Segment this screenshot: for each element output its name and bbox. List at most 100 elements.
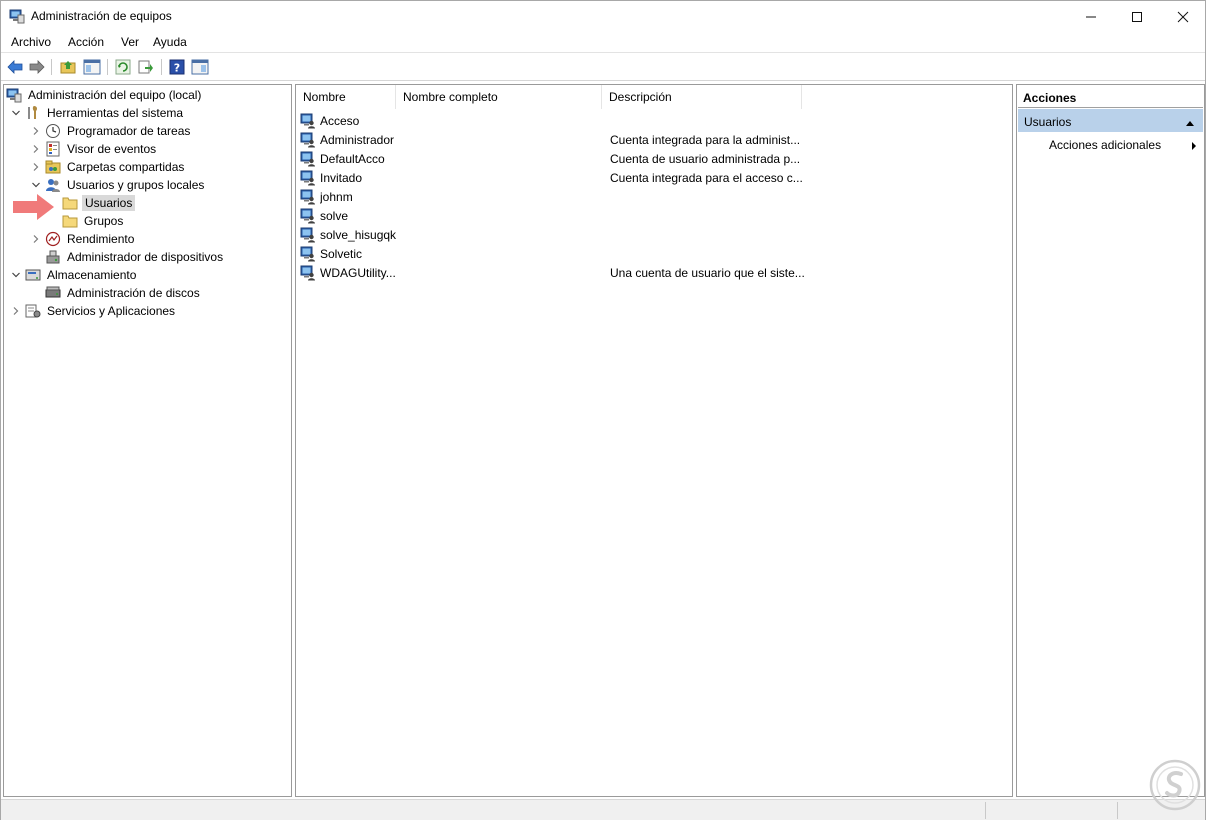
back-arrow-icon [7,60,23,74]
watermark-logo [1149,759,1201,813]
menu-ayuda[interactable]: Ayuda [153,35,187,49]
user-name: WDAGUtility... [320,265,396,280]
storage-icon [25,267,41,283]
status-separator [1117,802,1118,819]
user-row[interactable]: DefaultAcco Cuenta de usuario administrad… [300,149,1000,168]
chevron-down-icon[interactable] [10,107,22,119]
export-icon [138,60,153,74]
tree-item-usuarios-grupos[interactable]: Usuarios y grupos locales [30,176,206,194]
actions-section-usuarios[interactable]: Usuarios [1018,109,1203,132]
tree-item-visor[interactable]: Visor de eventos [30,140,158,158]
folder-icon [62,213,78,229]
export-list-button[interactable] [137,58,155,76]
user-account-icon [300,208,316,224]
folder-icon [62,195,78,211]
chevron-right-icon[interactable] [10,305,22,317]
disk-management-icon [45,285,61,301]
shared-folder-icon [45,159,61,175]
more-actions-item[interactable]: Acciones adicionales [1049,138,1161,152]
user-account-icon [300,227,316,243]
chevron-right-icon[interactable] [30,233,42,245]
user-name: Solvetic [320,246,363,261]
tree-label: Administración de discos [67,286,200,300]
user-row[interactable]: solve [300,206,1000,225]
minimize-button[interactable] [1068,1,1114,32]
user-account-icon [300,132,316,148]
console-tree-icon [83,59,101,75]
tree-item-programador[interactable]: Programador de tareas [30,122,192,140]
back-button[interactable] [6,58,24,76]
user-row[interactable]: Acceso [300,111,1000,130]
user-account-icon [300,265,316,281]
column-header-nombre[interactable]: Nombre [296,85,396,109]
toolbar-separator [51,59,52,75]
tree-item-admin-discos[interactable]: Administración de discos [30,284,202,302]
help-button[interactable]: ? [168,58,186,76]
show-hide-action-pane-button[interactable] [191,58,209,76]
close-button[interactable] [1160,1,1206,32]
menu-archivo[interactable]: Archivo [11,35,51,49]
chevron-down-icon[interactable] [10,269,22,281]
user-row[interactable]: johnm [300,187,1000,206]
status-bar [1,799,1205,820]
actions-pane: Acciones Usuarios Acciones adicionales [1016,84,1205,797]
refresh-icon [115,59,131,75]
folder-up-icon [60,61,76,74]
user-row[interactable]: Solvetic [300,244,1000,263]
user-name: Administrador [320,132,395,147]
up-level-button[interactable] [59,58,77,76]
tree-item-usuarios[interactable]: Usuarios [62,194,136,212]
user-row[interactable]: Invitado Cuenta integrada para el acceso … [300,168,1000,187]
user-row[interactable]: WDAGUtility... Una cuenta de usuario que … [300,263,1000,282]
status-separator [985,802,986,819]
tree-label: Servicios y Aplicaciones [47,304,176,318]
toolbar-separator [107,59,108,75]
chevron-right-icon[interactable] [30,161,42,173]
actions-section-label: Usuarios [1024,115,1072,129]
maximize-button[interactable] [1114,1,1160,32]
tree-item-servicios[interactable]: Servicios y Aplicaciones [10,302,177,320]
tree-item-rendimiento[interactable]: Rendimiento [30,230,136,248]
column-header-descripcion[interactable]: Descripción [602,85,802,109]
chevron-right-icon[interactable] [30,143,42,155]
show-hide-tree-button[interactable] [83,58,101,76]
chevron-down-icon[interactable] [30,179,42,191]
user-row[interactable]: Administrador Cuenta integrada para la ad… [300,130,1000,149]
chevron-right-icon[interactable] [30,125,42,137]
tree-item-carpetas[interactable]: Carpetas compartidas [30,158,186,176]
refresh-button[interactable] [114,58,132,76]
event-viewer-icon [45,141,61,157]
device-manager-icon [45,249,61,265]
computer-management-icon [6,87,22,103]
clock-icon [45,123,61,139]
user-name: johnm [320,189,353,204]
column-header-nombre-completo[interactable]: Nombre completo [396,85,602,109]
annotation-arrow-icon [13,193,55,224]
user-description: Cuenta de usuario administrada p... [610,151,801,166]
tree-item-almacenamiento[interactable]: Almacenamiento [10,266,138,284]
menu-ver[interactable]: Ver [121,35,139,49]
tree-label: Visor de eventos [67,142,157,156]
tree-label: Carpetas compartidas [67,160,185,174]
tree-label: Almacenamiento [47,268,137,282]
tree-item-grupos[interactable]: Grupos [62,212,125,230]
collapse-up-icon[interactable] [1185,116,1195,130]
tree-item-root[interactable]: Administración del equipo (local) [6,86,203,104]
tree-label: Administración del equipo (local) [28,88,202,102]
computer-management-window: Administración de equipos Archivo Acción… [0,0,1206,820]
forward-button[interactable] [28,58,46,76]
tree-item-admin-dispositivos[interactable]: Administrador de dispositivos [30,248,225,266]
tree-label: Programador de tareas [67,124,191,138]
tree-label: Usuarios y grupos locales [67,178,205,192]
computer-management-icon [9,9,25,24]
tree-item-herramientas[interactable]: Herramientas del sistema [10,104,185,122]
user-account-icon [300,189,316,205]
menu-accion[interactable]: Acción [68,35,104,49]
user-name: Acceso [320,113,360,128]
user-row[interactable]: solve_hisugqk [300,225,1000,244]
user-description: Una cuenta de usuario que el siste... [610,265,805,280]
user-description: Cuenta integrada para el acceso c... [610,170,803,185]
user-name: solve_hisugqk [320,227,397,242]
